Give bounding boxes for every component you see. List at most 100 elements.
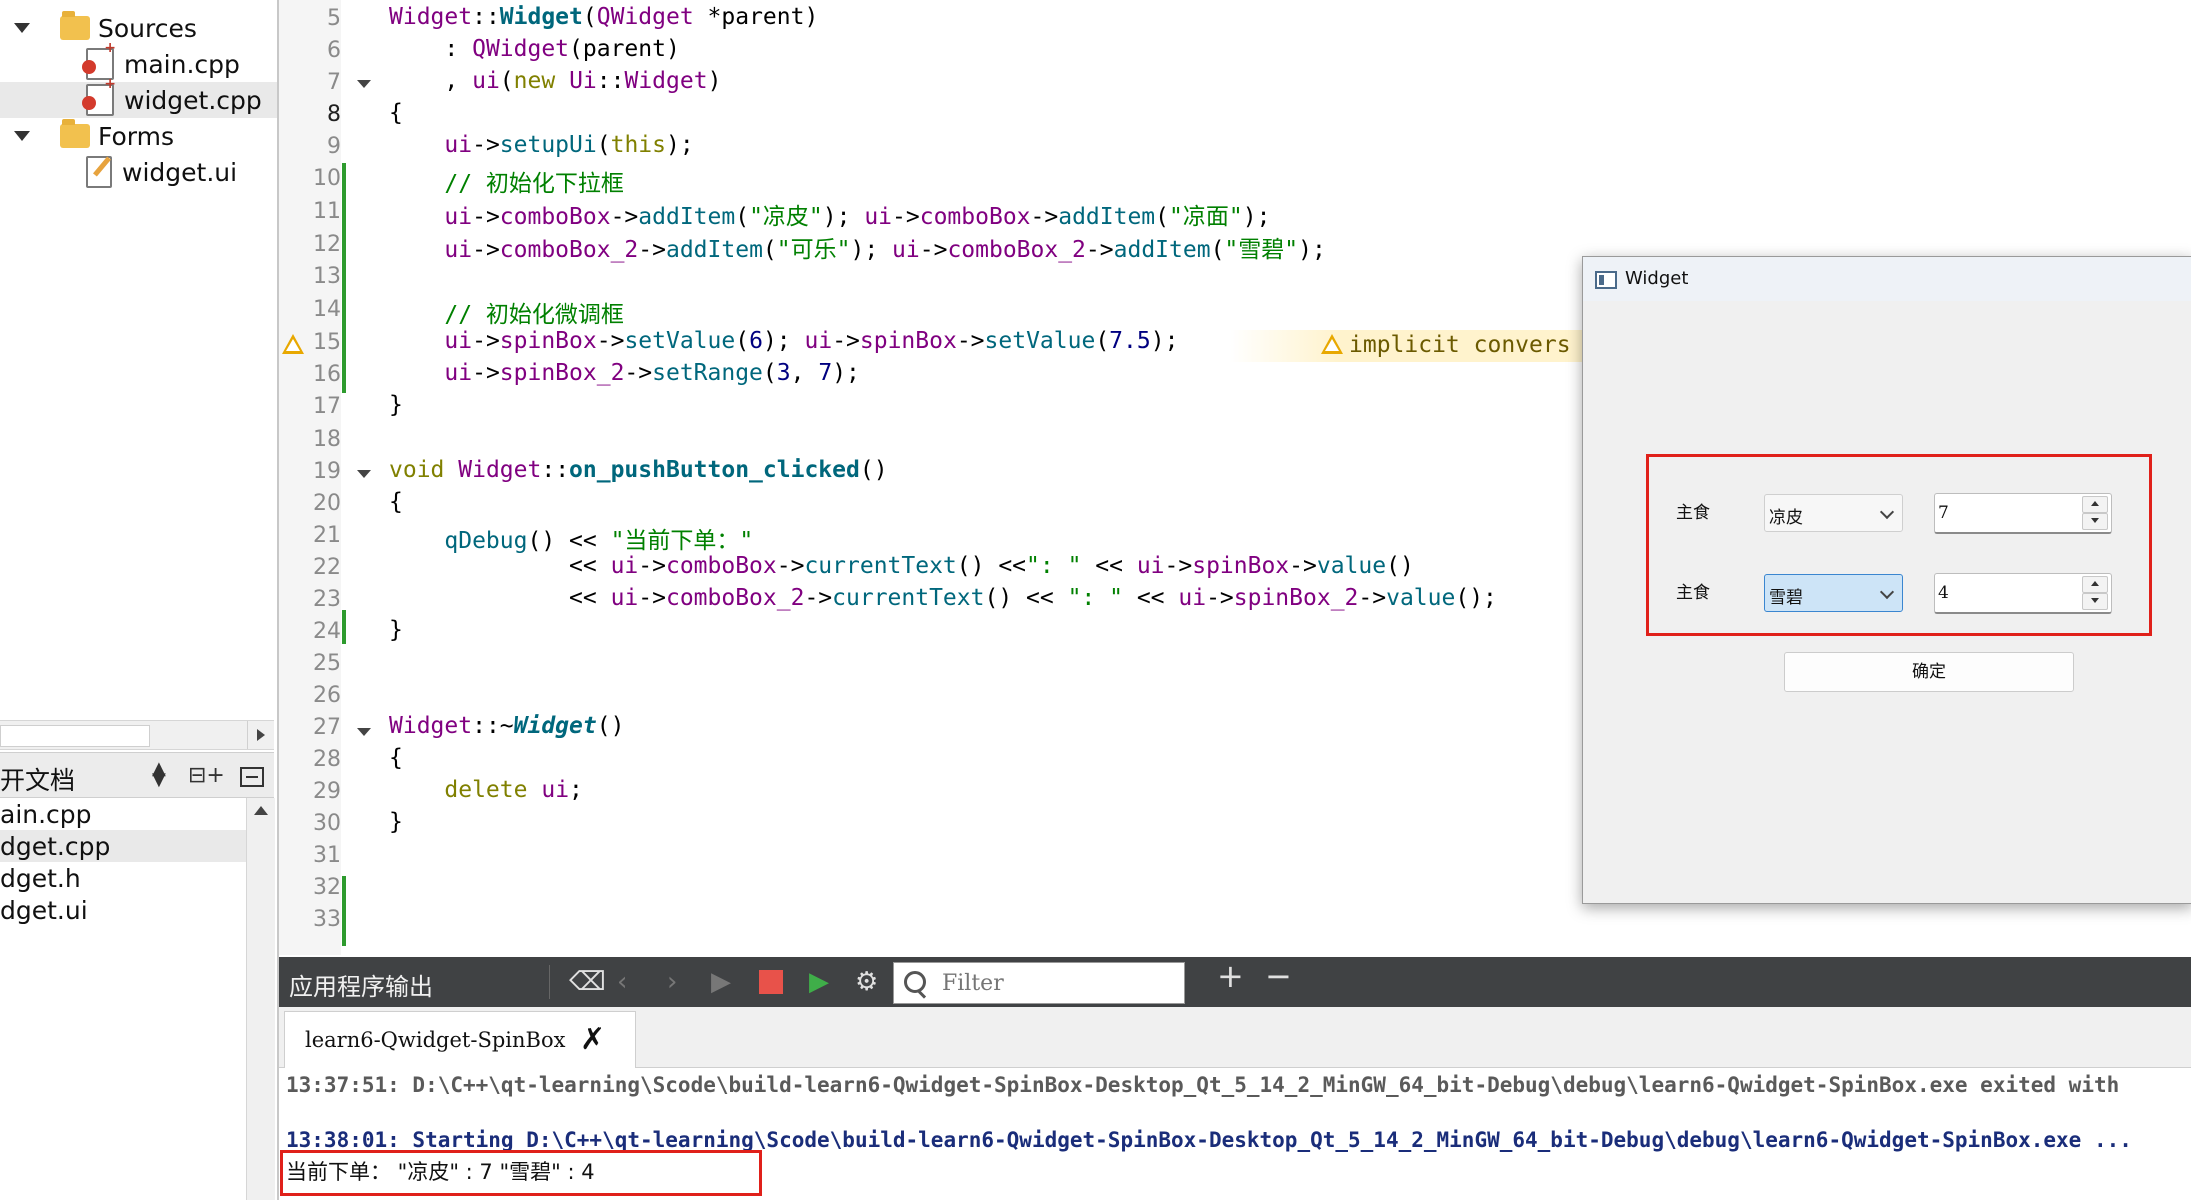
line-number: 5: [327, 6, 341, 31]
line-number: 6: [327, 38, 341, 63]
line-number: 29: [313, 779, 341, 804]
line-number: 13: [313, 264, 341, 289]
code-line: }: [389, 392, 403, 418]
tree-item-widget-ui[interactable]: widget.ui: [0, 154, 277, 190]
stop-icon[interactable]: [759, 970, 783, 994]
warning-icon[interactable]: [282, 334, 304, 354]
output-tab[interactable]: learn6-Qwidget-SpinBox ✗: [284, 1011, 636, 1068]
open-documents-title: 开文档: [0, 766, 76, 795]
line-number: 9: [327, 134, 341, 159]
filter-input[interactable]: [940, 967, 1182, 999]
code-line: Widget::~Widget(): [389, 713, 625, 739]
toolbar-separator: [549, 965, 550, 999]
output-line: 13:37:51: D:\C++\qt-learning\Scode\build…: [286, 1073, 2120, 1097]
vertical-scrollbar[interactable]: [246, 798, 275, 1200]
rerun-icon[interactable]: ▶: [809, 969, 829, 995]
open-doc-item[interactable]: dget.h: [0, 862, 246, 894]
split-icon[interactable]: ⊟+: [188, 763, 225, 788]
line-number: 28: [313, 747, 341, 772]
code-line: {: [389, 100, 403, 126]
project-tree-panel: Sources main.cpp widget.cpp Forms widget…: [0, 0, 279, 1200]
code-line: ui->comboBox->addItem("凉皮"); ui->comboBo…: [444, 204, 1271, 230]
output-panel-title: 应用程序输出: [289, 973, 433, 1001]
fold-arrow-icon[interactable]: [357, 470, 371, 478]
tree-item-label: Sources: [98, 13, 197, 43]
code-line: {: [389, 489, 403, 515]
code-line: ui->setupUi(this);: [444, 132, 694, 158]
filter-field[interactable]: [893, 962, 1185, 1004]
code-line: ui->spinBox->setValue(6); ui->spinBox->s…: [444, 328, 1179, 354]
open-doc-label: dget.h: [0, 863, 81, 893]
horizontal-scrollbar[interactable]: [0, 720, 274, 750]
settings-gear-icon[interactable]: ⚙: [855, 969, 878, 995]
line-number: 27: [313, 715, 341, 740]
window-titlebar[interactable]: Widget: [1583, 257, 2191, 301]
line-number: 25: [313, 651, 341, 676]
open-doc-item[interactable]: ain.cpp: [0, 798, 246, 830]
line-number: 32: [313, 875, 341, 900]
tree-item-label: Forms: [98, 121, 175, 151]
code-line: {: [389, 745, 403, 771]
line-number: 24: [313, 619, 341, 644]
chevron-down-icon[interactable]: [14, 23, 30, 33]
fold-arrow-icon[interactable]: [357, 728, 371, 736]
clear-output-icon[interactable]: ⌫: [569, 969, 606, 995]
change-marker: [342, 163, 346, 393]
highlight-box: [1646, 454, 2152, 636]
tree-item-forms[interactable]: Forms: [0, 118, 277, 154]
line-number: 8: [327, 102, 341, 127]
sort-updown-icon[interactable]: ▲ ▼: [152, 760, 166, 789]
folder-icon: [60, 11, 90, 40]
close-pane-icon[interactable]: [240, 767, 264, 787]
code-line: // 初始化下拉框: [444, 171, 624, 197]
code-line: }: [389, 617, 403, 643]
close-tab-icon[interactable]: ✗: [580, 1022, 605, 1057]
line-number: 12: [313, 232, 341, 257]
ui-file-icon: [86, 156, 112, 188]
confirm-button[interactable]: 确定: [1784, 652, 2074, 692]
code-line: : QWidget(parent): [389, 36, 680, 62]
open-doc-item[interactable]: dget.ui: [0, 894, 246, 926]
code-line: // 初始化微调框: [444, 302, 624, 328]
line-number: 21: [313, 523, 341, 548]
line-number: 14: [313, 297, 341, 322]
tree-item-sources[interactable]: Sources: [0, 10, 277, 46]
line-number: 30: [313, 811, 341, 836]
zoom-out-icon[interactable]: −: [1265, 960, 1292, 992]
next-item-icon[interactable]: ›: [667, 969, 677, 995]
code-line: , ui(new Ui::Widget): [389, 68, 722, 94]
inline-warning-text[interactable]: implicit convers: [1349, 332, 1571, 358]
tree-item-label: widget.ui: [122, 157, 238, 187]
open-documents-header: 开文档 ▲ ▼ ⊟+: [0, 752, 274, 798]
open-doc-item[interactable]: dget.cpp: [0, 830, 246, 862]
output-line: 13:38:01: Starting D:\C++\qt-learning\Sc…: [286, 1128, 2132, 1152]
output-toolbar: 应用程序输出 ⌫ ‹ › ▶ ▶ ⚙ + −: [279, 957, 2191, 1007]
code-line: void Widget::on_pushButton_clicked(): [389, 457, 888, 483]
tree-item-widget-cpp[interactable]: widget.cpp: [0, 76, 277, 118]
tree-item-main-cpp[interactable]: main.cpp: [0, 40, 277, 82]
change-marker: [342, 876, 346, 946]
tree-item-label: widget.cpp: [124, 85, 262, 115]
line-number: 22: [313, 555, 341, 580]
zoom-in-icon[interactable]: +: [1217, 960, 1244, 992]
fold-arrow-icon[interactable]: [357, 80, 371, 88]
folder-icon: [60, 119, 90, 148]
output-tab-bar: learn6-Qwidget-SpinBox ✗: [279, 1007, 2191, 1068]
code-line: ui->comboBox_2->addItem("可乐"); ui->combo…: [444, 237, 1326, 263]
warning-icon[interactable]: [1321, 334, 1343, 354]
code-line: << ui->comboBox_2->currentText() << ": "…: [389, 585, 1497, 611]
code-line: }: [389, 809, 403, 835]
chevron-down-icon[interactable]: [14, 131, 30, 141]
previous-item-icon[interactable]: ‹: [617, 969, 627, 995]
run-icon[interactable]: ▶: [711, 969, 731, 995]
scrollbar-thumb[interactable]: [0, 725, 150, 747]
cpp-file-icon: [82, 76, 116, 116]
tree-item-label: main.cpp: [124, 49, 240, 79]
code-line: Widget::Widget(QWidget *parent): [389, 4, 819, 30]
line-number: 7: [327, 70, 341, 95]
line-number: 26: [313, 683, 341, 708]
scroll-right-arrow-icon[interactable]: [247, 721, 274, 749]
line-number: 20: [313, 491, 341, 516]
output-tab-label: learn6-Qwidget-SpinBox: [305, 1028, 566, 1052]
window-title: Widget: [1625, 268, 1689, 289]
